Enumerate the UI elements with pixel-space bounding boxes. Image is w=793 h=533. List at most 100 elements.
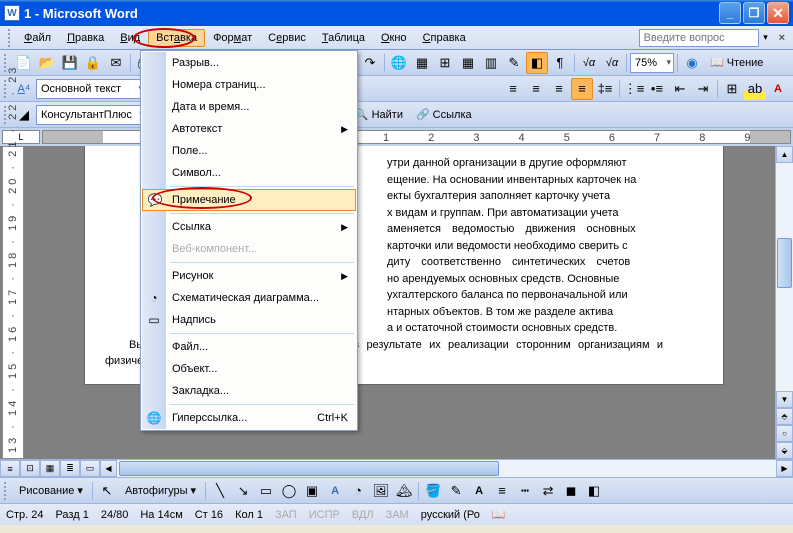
- rectangle-button[interactable]: ▭: [255, 480, 277, 502]
- menu-item-дата и время[interactable]: Дата и время...: [142, 96, 356, 118]
- align-left-button[interactable]: ≡: [502, 78, 524, 100]
- prev-page-button[interactable]: ⬘: [776, 408, 793, 425]
- browse-object-button[interactable]: ○: [776, 425, 793, 442]
- menu-format[interactable]: Формат: [205, 29, 260, 47]
- bulleted-list-button[interactable]: •≡: [646, 78, 668, 100]
- menu-table[interactable]: Таблица: [314, 29, 373, 47]
- status-ovr[interactable]: ЗАМ: [386, 509, 409, 521]
- document-scroll[interactable]: утри данной организации в другие оформля…: [24, 146, 775, 459]
- select-objects-button[interactable]: ↖: [96, 480, 118, 502]
- scroll-left-button[interactable]: ◀: [100, 460, 117, 477]
- menu-item-символ[interactable]: Символ...: [142, 162, 356, 184]
- arrow-button[interactable]: ↘: [232, 480, 254, 502]
- shadow-button[interactable]: ◼: [560, 480, 582, 502]
- align-center-button[interactable]: ≡: [525, 78, 547, 100]
- next-page-button[interactable]: ⬙: [776, 442, 793, 459]
- menu-item-объект[interactable]: Объект...: [142, 358, 356, 380]
- read-mode-button[interactable]: 📖 Чтение: [704, 52, 769, 74]
- reading-view-button[interactable]: ▭: [80, 460, 100, 477]
- help-dropdown[interactable]: ▾: [759, 27, 773, 49]
- horizontal-scrollbar[interactable]: ◀ ▶: [100, 460, 793, 477]
- oval-button[interactable]: ◯: [278, 480, 300, 502]
- style-combo[interactable]: Основной текст: [36, 79, 146, 99]
- wordart-button[interactable]: A: [324, 480, 346, 502]
- menu-tools[interactable]: Сервис: [260, 29, 314, 47]
- doc-map-button[interactable]: ◧: [526, 52, 548, 74]
- font-color-button[interactable]: A: [468, 480, 490, 502]
- vertical-ruler[interactable]: 13 · 14 · 15 · 16 · 17 · 18 · 19 · 20 · …: [2, 146, 24, 459]
- borders-button[interactable]: ⊞: [721, 78, 743, 100]
- save-button[interactable]: 💾: [59, 52, 81, 74]
- scroll-track[interactable]: [776, 163, 793, 391]
- menu-item-ссылка[interactable]: Ссылка▶: [142, 216, 356, 238]
- show-marks-button[interactable]: ¶: [549, 52, 571, 74]
- status-trk[interactable]: ИСПР: [309, 509, 340, 521]
- menu-item-номера страниц[interactable]: Номера страниц...: [142, 74, 356, 96]
- menu-insert[interactable]: Вставка: [148, 29, 205, 47]
- equation-button[interactable]: √α: [578, 52, 600, 74]
- permission-button[interactable]: 🔒: [82, 52, 104, 74]
- print-view-button[interactable]: ▦: [40, 460, 60, 477]
- tables-borders-button[interactable]: ▦: [411, 52, 433, 74]
- menu-item-надпись[interactable]: ▭Надпись: [142, 309, 356, 331]
- hyperlink-button[interactable]: 🌐: [388, 52, 410, 74]
- hscroll-thumb[interactable]: [119, 461, 499, 476]
- excel-button[interactable]: ▦: [457, 52, 479, 74]
- scroll-down-button[interactable]: ▼: [776, 391, 793, 408]
- diagram-button[interactable]: ◔: [347, 480, 369, 502]
- menu-item-гиперссылка[interactable]: 🌐Гиперссылка...Ctrl+K: [142, 407, 356, 429]
- help-search-input[interactable]: [639, 29, 759, 47]
- line-button[interactable]: ╲: [209, 480, 231, 502]
- menu-item-файл[interactable]: Файл...: [142, 336, 356, 358]
- menu-item-рисунок[interactable]: Рисунок▶: [142, 265, 356, 287]
- menu-window[interactable]: Окно: [373, 29, 415, 47]
- doc-close-button[interactable]: ×: [779, 32, 785, 44]
- redo-button[interactable]: ↷: [359, 52, 381, 74]
- scroll-thumb[interactable]: [777, 238, 792, 288]
- textbox-button[interactable]: ▣: [301, 480, 323, 502]
- menu-item-разрыв[interactable]: Разрыв...: [142, 52, 356, 74]
- insert-table-button[interactable]: ⊞: [434, 52, 456, 74]
- scroll-up-button[interactable]: ▲: [776, 146, 793, 163]
- menu-view[interactable]: Вид: [112, 29, 148, 47]
- status-rec[interactable]: ЗАП: [275, 509, 297, 521]
- vertical-scrollbar[interactable]: ▲ ▼ ⬘ ○ ⬙: [775, 146, 793, 459]
- menu-item-примечание[interactable]: 💬Примечание: [142, 189, 356, 211]
- consultant-combo[interactable]: КонсультантПлюс: [36, 105, 147, 125]
- menu-item-поле[interactable]: Поле...: [142, 140, 356, 162]
- equation2-button[interactable]: √α: [601, 52, 623, 74]
- open-button[interactable]: 📂: [36, 52, 58, 74]
- font-color-button[interactable]: A: [767, 78, 789, 100]
- grip[interactable]: [4, 482, 8, 500]
- menu-file[interactable]: Файл: [16, 29, 59, 47]
- menu-item-автотекст[interactable]: Автотекст▶: [142, 118, 356, 140]
- increase-indent-button[interactable]: ⇥: [692, 78, 714, 100]
- normal-view-button[interactable]: ≡: [0, 460, 20, 477]
- menu-item-схематическая диаграмма[interactable]: ◔Схематическая диаграмма...: [142, 287, 356, 309]
- help-button[interactable]: ◉: [681, 52, 703, 74]
- highlight-button[interactable]: ab: [744, 78, 766, 100]
- status-spellcheck-icon[interactable]: 📖: [492, 508, 506, 521]
- align-right-button[interactable]: ≡: [548, 78, 570, 100]
- arrow-style-button[interactable]: ⇄: [537, 480, 559, 502]
- menu-item-закладка[interactable]: Закладка...: [142, 380, 356, 402]
- maximize-button[interactable]: ❐: [743, 2, 765, 24]
- drawing-button[interactable]: ✎: [503, 52, 525, 74]
- status-ext[interactable]: ВДЛ: [352, 509, 374, 521]
- scroll-right-button[interactable]: ▶: [776, 460, 793, 477]
- menu-edit[interactable]: Правка: [59, 29, 112, 47]
- line-color-button[interactable]: ✎: [445, 480, 467, 502]
- align-justify-button[interactable]: ≡: [571, 78, 593, 100]
- clipart-button[interactable]: 🖼: [370, 480, 392, 502]
- minimize-button[interactable]: _: [719, 2, 741, 24]
- close-button[interactable]: ✕: [767, 2, 789, 24]
- outline-view-button[interactable]: ≣: [60, 460, 80, 477]
- drawing-menu-button[interactable]: Рисование ▾: [13, 480, 89, 502]
- web-view-button[interactable]: ⊡: [20, 460, 40, 477]
- status-lang[interactable]: русский (Ро: [421, 509, 480, 521]
- dash-style-button[interactable]: ┅: [514, 480, 536, 502]
- picture-button[interactable]: 🏔: [393, 480, 415, 502]
- fill-color-button[interactable]: 🪣: [422, 480, 444, 502]
- zoom-combo[interactable]: 75%: [630, 53, 674, 73]
- link-button[interactable]: 🔗 Ссылка: [410, 104, 478, 126]
